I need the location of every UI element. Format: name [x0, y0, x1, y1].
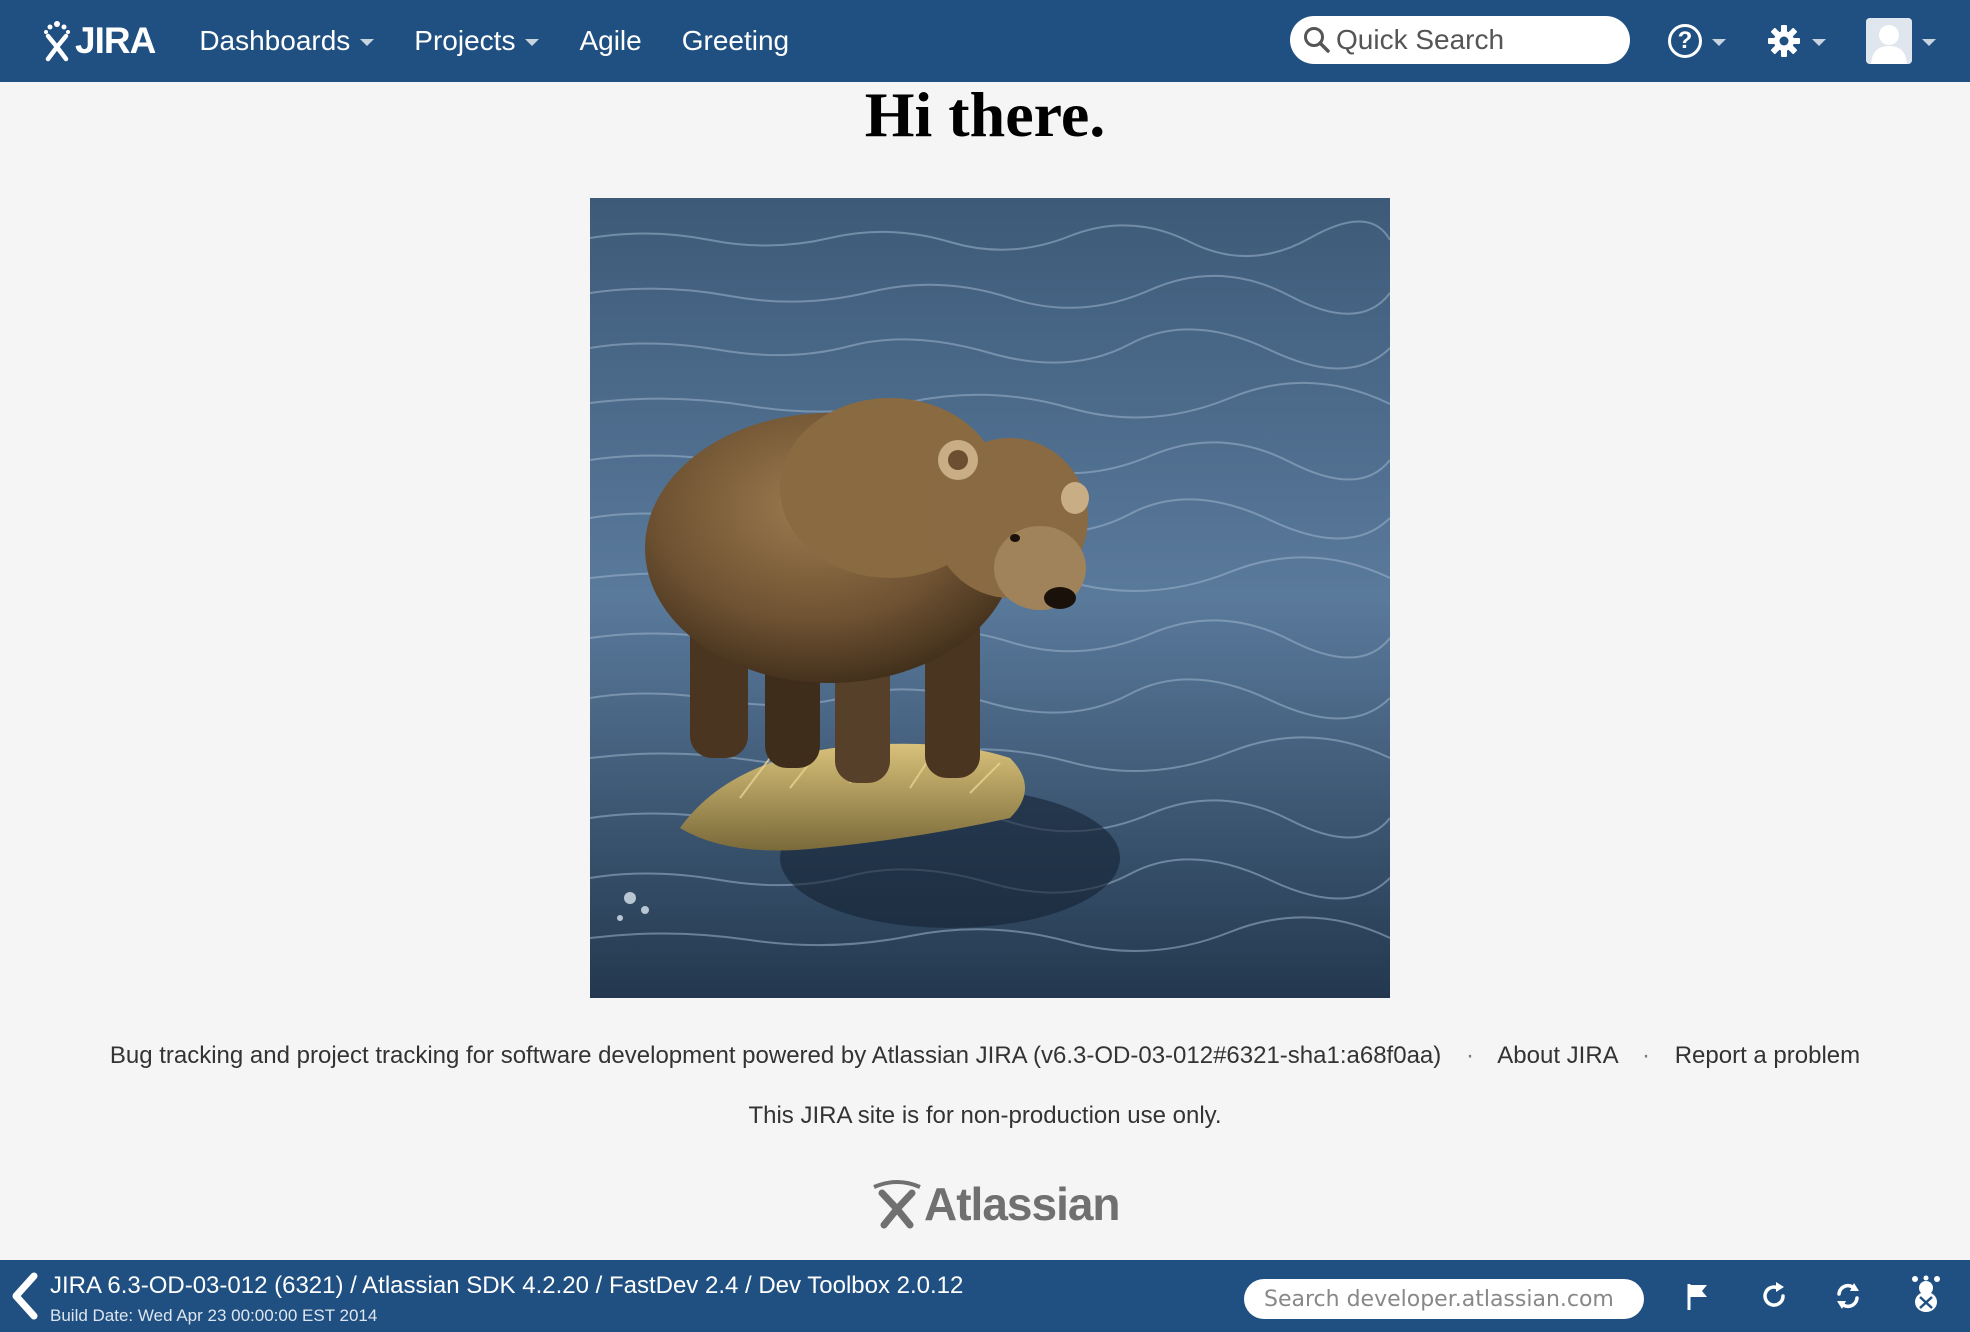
search-icon: [1304, 27, 1330, 53]
nav-projects-label: Projects: [414, 25, 516, 56]
dev-version-title: JIRA 6.3-OD-03-012 (6321) / Atlassian SD…: [50, 1272, 964, 1299]
nav-projects[interactable]: Projects: [394, 0, 559, 82]
atlassian-logo[interactable]: Atlassian: [872, 1174, 1121, 1234]
atlassian-logo-icon: [873, 1180, 921, 1229]
developer-toolbar: JIRA 6.3-OD-03-012 (6321) / Atlassian SD…: [0, 1260, 1970, 1332]
bug-icon[interactable]: [1906, 1274, 1946, 1314]
user-menu-button[interactable]: [1866, 0, 1936, 82]
quick-search-input[interactable]: [1336, 24, 1606, 56]
chevron-down-icon: [1712, 38, 1726, 46]
nav-greeting[interactable]: Greeting: [662, 0, 809, 82]
reload-icon[interactable]: [1756, 1278, 1792, 1314]
dev-build-date: Build Date: Wed Apr 23 00:00:00 EST 2014: [50, 1306, 378, 1325]
nav-agile[interactable]: Agile: [559, 0, 661, 82]
sync-icon[interactable]: [1830, 1278, 1866, 1314]
about-jira-link[interactable]: About JIRA: [1497, 1042, 1617, 1069]
non-production-note: This JIRA site is for non-production use…: [748, 1102, 1222, 1129]
footer-links: Bug tracking and project tracking for so…: [0, 1042, 1970, 1070]
admin-menu-button[interactable]: [1766, 0, 1826, 82]
quick-search[interactable]: [1290, 16, 1630, 64]
atlassian-logo-text: Atlassian: [924, 1178, 1121, 1230]
nav-dashboards[interactable]: Dashboards: [179, 0, 394, 82]
flag-icon[interactable]: [1680, 1278, 1716, 1314]
back-arrow-icon[interactable]: [6, 1270, 42, 1322]
chevron-down-icon: [1922, 38, 1936, 46]
main-nav: Dashboards Projects Agile Greeting: [179, 0, 809, 82]
powered-by-text: Bug tracking and project tracking for so…: [109, 1042, 1442, 1069]
bear-image: [590, 198, 1390, 998]
nav-dashboards-label: Dashboards: [199, 25, 351, 56]
chevron-down-icon: [360, 38, 375, 46]
footer-separator: ·: [1642, 1042, 1651, 1069]
developer-search-input[interactable]: [1244, 1279, 1644, 1319]
user-avatar-icon: [1866, 18, 1912, 64]
chevron-down-icon: [1812, 38, 1826, 46]
chevron-down-icon: [525, 38, 540, 46]
gear-icon: [1768, 25, 1800, 57]
footer-separator: ·: [1465, 1042, 1474, 1069]
avatar: [1866, 18, 1912, 64]
jira-logo-icon: [44, 21, 70, 62]
help-menu-button[interactable]: ?: [1668, 0, 1726, 82]
top-header: JIRA Dashboards Projects Agile Greeting …: [0, 0, 1970, 82]
report-problem-link[interactable]: Report a problem: [1675, 1042, 1860, 1069]
nav-agile-label: Agile: [579, 25, 642, 56]
logo-text: JIRA: [75, 20, 156, 61]
nav-greeting-label: Greeting: [681, 25, 790, 56]
jira-logo[interactable]: JIRA: [42, 0, 156, 82]
page-title: Hi there.: [864, 79, 1106, 150]
help-icon: ?: [1668, 24, 1702, 58]
